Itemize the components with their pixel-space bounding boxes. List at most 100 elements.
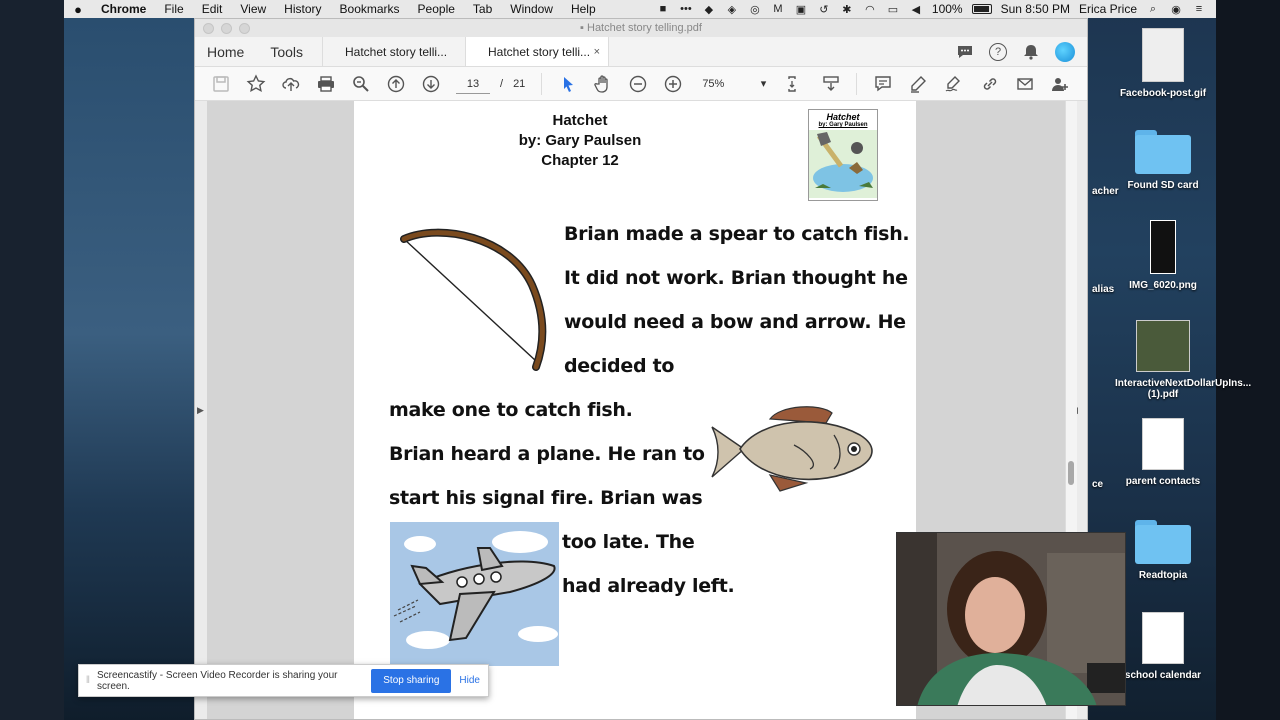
previous-page-icon[interactable] bbox=[378, 69, 413, 99]
select-cursor-icon[interactable] bbox=[550, 69, 585, 99]
zoom-value: 75% bbox=[702, 77, 725, 90]
left-panel-toggle[interactable]: ▶ bbox=[195, 101, 207, 719]
add-user-icon[interactable] bbox=[1042, 69, 1077, 99]
book-cover-image: Hatchet by: Gary Paulsen bbox=[808, 109, 878, 201]
desktop-icon-interactive-pdf[interactable]: InteractiveNextDollarUpIns...(1).pdf bbox=[1115, 320, 1252, 400]
menu-history[interactable]: History bbox=[275, 2, 330, 16]
tab-document-2[interactable]: Hatchet story telli... × bbox=[466, 37, 609, 66]
sign-icon[interactable] bbox=[935, 69, 970, 99]
bow-illustration bbox=[400, 228, 547, 371]
menu-people[interactable]: People bbox=[409, 2, 464, 16]
creative-cloud-icon[interactable]: ◎ bbox=[748, 3, 762, 16]
desktop-icon-img-6020[interactable]: IMG_6020.png bbox=[1115, 220, 1211, 291]
story-line: It did not work. Brian thought he bbox=[564, 267, 908, 289]
page-navigator: 13 / 21 bbox=[448, 74, 533, 94]
hand-tool-icon[interactable] bbox=[585, 69, 620, 99]
next-page-icon[interactable] bbox=[413, 69, 448, 99]
siri-icon[interactable]: ◉ bbox=[1169, 3, 1183, 16]
highlight-pen-icon[interactable] bbox=[900, 69, 935, 99]
close-tab-icon[interactable]: × bbox=[594, 46, 600, 58]
desktop-icon-readtopia[interactable]: Readtopia bbox=[1115, 520, 1211, 581]
cover-art bbox=[809, 130, 877, 198]
desktop-icon-label: InteractiveNextDollarUpIns...(1).pdf bbox=[1115, 378, 1252, 400]
sharing-message: Screencastify - Screen Video Recorder is… bbox=[97, 669, 338, 692]
menu-tab[interactable]: Tab bbox=[464, 2, 501, 16]
save-icon[interactable] bbox=[203, 69, 238, 99]
dropbox-icon[interactable]: ◆ bbox=[702, 3, 716, 16]
story-line: too late. The bbox=[562, 531, 695, 553]
menu-edit[interactable]: Edit bbox=[193, 2, 232, 16]
malwarebytes-icon[interactable]: M bbox=[771, 3, 785, 15]
image-file-icon bbox=[1142, 28, 1184, 82]
cover-title: Hatchet bbox=[826, 112, 860, 122]
shield-icon[interactable]: ◈ bbox=[725, 3, 739, 16]
camera-icon[interactable]: ■ bbox=[656, 3, 670, 15]
bluetooth-icon[interactable]: ✱ bbox=[840, 3, 854, 16]
zoom-select[interactable]: 75% ▾ bbox=[702, 74, 766, 94]
letterbox-left bbox=[0, 0, 64, 720]
airplay-icon[interactable]: ▭ bbox=[886, 3, 900, 16]
tabs-bar: Home Tools Hatchet story telli... Hatche… bbox=[195, 37, 1087, 67]
comments-icon[interactable] bbox=[955, 37, 975, 67]
desktop-icon-school-calendar[interactable]: school calendar bbox=[1115, 612, 1211, 681]
time-machine-icon[interactable]: ↺ bbox=[817, 3, 831, 16]
menu-view[interactable]: View bbox=[231, 2, 275, 16]
volume-icon[interactable]: ◀ bbox=[909, 3, 923, 16]
notification-center-icon[interactable]: ≡ bbox=[1192, 3, 1206, 15]
wifi-icon[interactable]: ◠ bbox=[863, 3, 877, 16]
stop-sharing-button[interactable]: Stop sharing bbox=[371, 668, 452, 693]
menu-window[interactable]: Window bbox=[501, 2, 562, 16]
help-icon[interactable]: ? bbox=[989, 42, 1007, 61]
link-icon[interactable] bbox=[972, 69, 1007, 99]
status-area: ■ ••• ◆ ◈ ◎ M ▣ ↺ ✱ ◠ ▭ ◀ 100% Sun 8:50 … bbox=[656, 2, 1216, 16]
spotlight-search-icon[interactable]: ⌕ bbox=[1146, 3, 1160, 15]
upload-cloud-icon[interactable] bbox=[273, 69, 308, 99]
add-comment-icon[interactable] bbox=[865, 69, 900, 99]
more-dots-icon[interactable]: ••• bbox=[679, 3, 693, 15]
document-icon bbox=[1142, 612, 1184, 664]
desktop-icon-found-sd-card[interactable]: Found SD card bbox=[1115, 130, 1211, 191]
window-title: ▪ Hatchet story telling.pdf bbox=[195, 22, 1087, 34]
story-line: start his signal fire. Brian was bbox=[389, 487, 703, 509]
tools-link[interactable]: Tools bbox=[270, 44, 303, 60]
page-fit-icon[interactable] bbox=[778, 69, 813, 99]
desktop-icon-label: school calendar bbox=[1124, 670, 1202, 681]
menu-file[interactable]: File bbox=[155, 2, 192, 16]
menu-help[interactable]: Help bbox=[562, 2, 605, 16]
story-author: by: Gary Paulsen bbox=[518, 132, 642, 149]
toolbar-divider bbox=[856, 72, 858, 95]
tab-document-1[interactable]: Hatchet story telli... bbox=[323, 37, 466, 66]
scroll-thumb[interactable] bbox=[1068, 461, 1074, 485]
account-avatar-icon[interactable] bbox=[1055, 41, 1075, 62]
hide-button[interactable]: Hide bbox=[459, 675, 480, 686]
desktop-clipped-label: alias bbox=[1092, 284, 1115, 295]
window-titlebar: ▪ Hatchet story telling.pdf bbox=[195, 19, 1087, 37]
user-name[interactable]: Erica Price bbox=[1079, 2, 1137, 16]
scroll-mode-icon[interactable] bbox=[813, 69, 848, 99]
page-separator: / bbox=[500, 77, 504, 90]
pdf-file-icon bbox=[1136, 320, 1190, 372]
drag-handle-icon[interactable]: ‖ bbox=[79, 675, 97, 686]
macos-menubar: ● Chrome File Edit View History Bookmark… bbox=[64, 0, 1216, 18]
menu-bookmarks[interactable]: Bookmarks bbox=[331, 2, 409, 16]
desktop-icon-facebook-post[interactable]: Facebook-post.gif bbox=[1115, 28, 1211, 99]
app-nav: Home Tools bbox=[195, 37, 323, 66]
page-number-input[interactable]: 13 bbox=[456, 74, 490, 94]
menu-chrome[interactable]: Chrome bbox=[92, 2, 155, 16]
search-zoom-icon[interactable] bbox=[343, 69, 378, 99]
tab-label: Hatchet story telli... bbox=[488, 44, 591, 59]
pdf-toolbar: 13 / 21 75% ▾ bbox=[195, 67, 1087, 101]
print-icon[interactable] bbox=[308, 69, 343, 99]
notifications-bell-icon[interactable] bbox=[1021, 37, 1041, 67]
battery-icon[interactable] bbox=[971, 4, 992, 14]
screencastify-icon[interactable]: ▣ bbox=[794, 3, 808, 16]
home-link[interactable]: Home bbox=[207, 44, 244, 60]
zoom-out-icon[interactable] bbox=[620, 69, 655, 99]
apple-menu-icon[interactable]: ● bbox=[64, 2, 92, 17]
desktop-icon-parent-contacts[interactable]: parent contacts bbox=[1115, 418, 1211, 487]
bookmark-star-icon[interactable] bbox=[238, 69, 273, 99]
clock[interactable]: Sun 8:50 PM bbox=[1001, 2, 1070, 16]
email-icon[interactable] bbox=[1007, 69, 1042, 99]
zoom-in-icon[interactable] bbox=[655, 69, 690, 99]
document-icon bbox=[1142, 418, 1184, 470]
